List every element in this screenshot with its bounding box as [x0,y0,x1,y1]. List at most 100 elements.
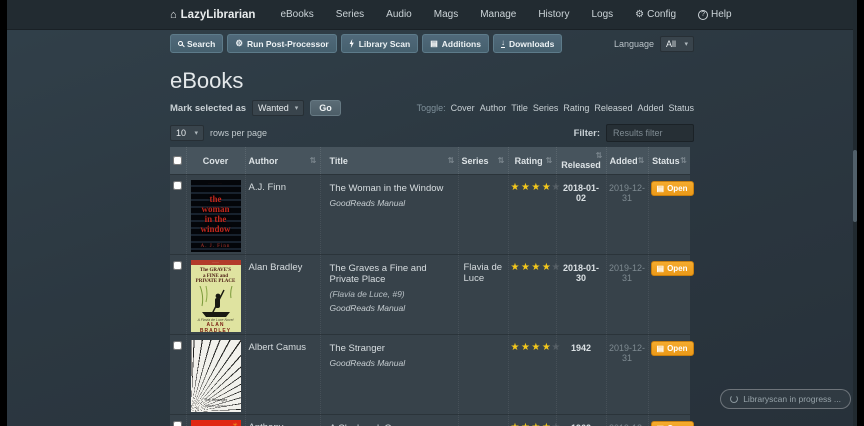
mark-selected-label: Mark selected as [170,102,247,114]
rating-cell: ★★★★★ [507,334,560,415]
toggle-released[interactable]: Released [594,103,632,113]
scrollbar-thumb[interactable] [853,150,857,222]
vertical-scrollbar[interactable] [853,0,857,426]
series-cell [457,414,508,426]
book-title-link[interactable]: The Stranger [330,343,456,354]
book-icon: ▤ [656,263,665,273]
added-cell: 2019-12-31 [605,414,648,426]
released-cell: 2018-01-30 [555,254,606,335]
controls-row-2: 10 ▾ rows per page Filter: [7,124,857,142]
run-post-processor-button[interactable]: ⚙ Run Post-Processor [227,34,337,53]
nav-item-help[interactable]: ? Help [687,0,743,29]
col-header-added[interactable]: ⇅ Added [605,147,648,175]
row-checkbox[interactable] [173,341,183,350]
nav-item-manage[interactable]: Manage [469,0,527,29]
gears-icon: ⚙ [235,38,243,48]
table-row: ✳ ANTHONY BURGESS A CLOCKWORK ORANGE Ant… [170,414,694,426]
status-cell: ▤ Open [647,254,694,335]
controls-row-1: Mark selected as Wanted ▾ Go Toggle: Cov… [7,100,857,116]
star-rating: ★★★★ [511,422,553,426]
author-cell[interactable]: Alan Bradley [244,254,320,335]
col-header-series[interactable]: ⇅ Series [457,147,508,175]
col-header-cover[interactable]: Cover [185,147,245,175]
rows-per-page-select[interactable]: 10 ▾ [170,125,204,141]
nav-item-series[interactable]: Series [325,0,375,29]
help-icon: ? [698,9,709,20]
col-header-rating[interactable]: ⇅ Rating [507,147,556,175]
select-all-checkbox[interactable] [173,156,183,165]
toggle-series[interactable]: Series [533,103,559,113]
nav-item-config[interactable]: ⚙ Config [624,0,687,29]
rating-cell: ★★★★★ [507,254,560,335]
filter-input[interactable] [606,124,694,142]
home-icon: ⌂ [170,8,177,21]
rows-per-page-label: rows per page [210,128,268,138]
open-button[interactable]: ▤ Open [650,341,694,356]
brand[interactable]: ⌂ LazyLibrarian [170,0,269,29]
col-header-released[interactable]: ⇅ Released [555,147,606,175]
toggle-cover[interactable]: Cover [451,103,475,113]
book-cover[interactable]: ······· the woman in the window A. J. Fi… [190,180,241,252]
star-rating: ★★★★ [510,262,553,273]
mark-selected-select[interactable]: Wanted ▾ [252,100,305,116]
search-button[interactable]: Search [170,34,224,53]
table-row: ······· The GRAVE'S a FINE and PRIVATE P… [170,254,694,335]
row-checkbox[interactable] [173,261,183,270]
additions-button[interactable]: ▤ Additions [422,34,489,53]
title-cell[interactable]: A Clockwork Orange GoodReads Manual [319,414,458,426]
nav-item-logs[interactable]: Logs [580,0,624,29]
toggle-label: Toggle: [416,103,446,113]
table-row: ······· the woman in the window A. J. Fi… [170,174,694,255]
language-select[interactable]: All ▾ [660,35,694,52]
empty-star-icon: ★ [551,422,560,426]
cover-cell: ······· the woman in the window A. J. Fi… [185,174,245,255]
author-cell[interactable]: A.J. Finn [244,174,320,255]
search-icon [178,41,183,46]
cover-cell: The Stranger Albert Camus [185,334,245,415]
nav-item-history[interactable]: History [527,0,580,29]
title-cell[interactable]: The Stranger GoodReads Manual [319,334,458,415]
star-rating: ★★★★ [510,182,553,193]
nav-item-audio[interactable]: Audio [375,0,423,29]
go-button[interactable]: Go [310,100,341,116]
library-scan-button[interactable]: Library Scan [340,34,419,53]
open-button[interactable]: ▤ Open [650,181,694,196]
row-checkbox[interactable] [173,421,183,426]
book-title-link[interactable]: The Woman in the Window [330,183,456,194]
downloads-button[interactable]: ↓ Downloads [492,34,563,53]
chevron-down-icon: ▾ [684,40,688,48]
col-header-status[interactable]: ⇅ Status [647,147,690,175]
col-header-author[interactable]: ⇅ Author [244,147,320,175]
open-button[interactable]: ▤ Open [650,261,694,276]
toggle-status[interactable]: Status [668,103,694,113]
toggle-added[interactable]: Added [637,103,663,113]
released-cell: 1942 [555,334,606,415]
nav-item-ebooks[interactable]: eBooks [269,0,324,29]
author-cell[interactable]: Albert Camus [244,334,320,415]
series-cell[interactable]: Flavia de Luce [457,254,508,335]
open-button[interactable]: ▤ Open [650,421,694,426]
book-title-link[interactable]: The Graves a Fine and Private Place [330,263,456,285]
book-cover[interactable]: The Stranger Albert Camus [190,340,241,412]
status-cell: ▤ Open [647,334,694,415]
title-cell[interactable]: The Graves a Fine and Private Place (Fla… [319,254,458,335]
col-header-title[interactable]: ⇅ Title [319,147,458,175]
sort-icon: ⇅ [447,155,455,165]
book-cover[interactable]: ······· The GRAVE'S a FINE and PRIVATE P… [190,260,241,332]
toggle-rating[interactable]: Rating [563,103,589,113]
nav-item-mags[interactable]: Mags [423,0,469,29]
row-checkbox[interactable] [173,181,183,190]
table-header-row: Cover ⇅ Author ⇅ Title ⇅ Series ⇅ Rating ⇅ Re… [170,147,690,175]
released-cell: 1962 [555,414,606,426]
book-cover[interactable]: ✳ ANTHONY BURGESS A CLOCKWORK ORANGE [190,420,241,426]
empty-star-icon: ★ [551,342,561,353]
toggle-author[interactable]: Author [480,103,507,113]
sort-icon: ⇅ [595,151,603,160]
empty-star-icon: ★ [551,182,561,193]
toggle-title[interactable]: Title [511,103,528,113]
added-cell: 2019-12-31 [605,334,648,415]
title-cell[interactable]: The Woman in the Window GoodReads Manual [319,174,458,255]
boat-illustration [199,285,232,317]
author-cell[interactable]: Anthony Burgess [244,414,320,426]
cover-cell: ✳ ANTHONY BURGESS A CLOCKWORK ORANGE [185,414,245,426]
